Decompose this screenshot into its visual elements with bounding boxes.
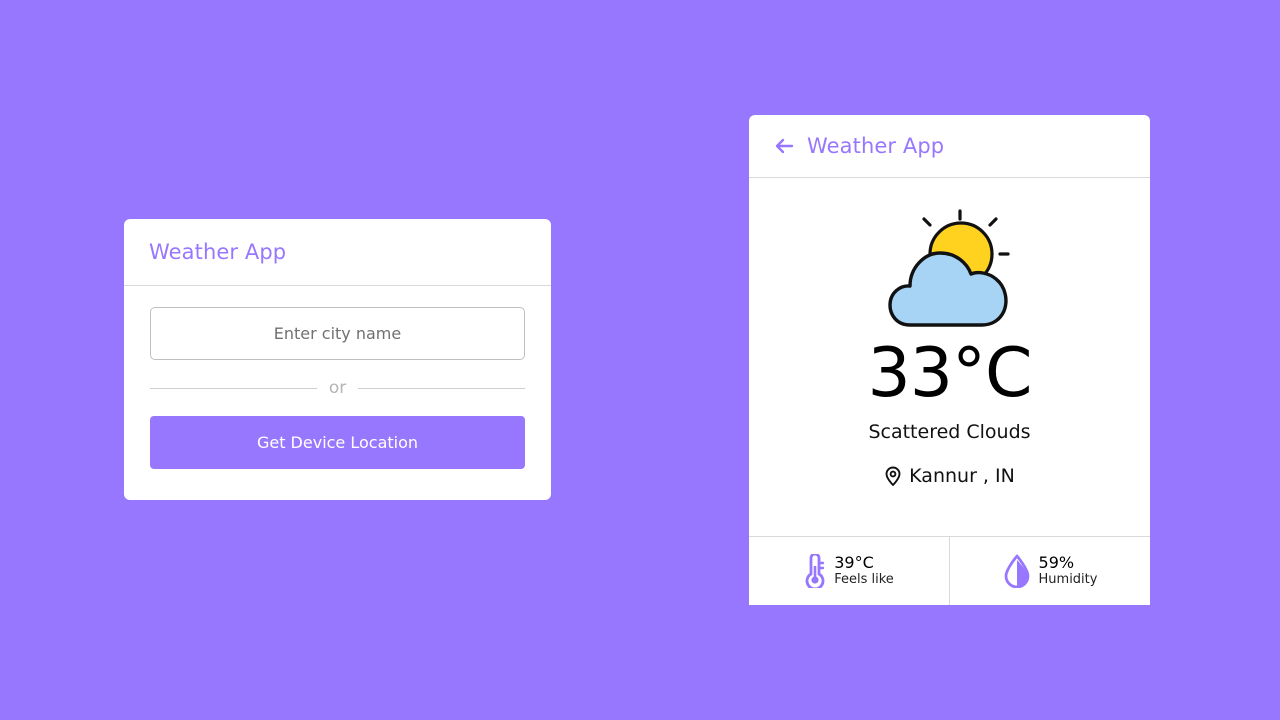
divider-line-left bbox=[150, 387, 317, 389]
search-card: Weather App or Get Device Location bbox=[124, 219, 551, 500]
app-title: Weather App bbox=[149, 240, 287, 264]
feels-like-section: 39°C Feels like bbox=[749, 537, 949, 605]
feels-like-value: 39°C bbox=[834, 553, 874, 572]
feels-like-text: 39°C Feels like bbox=[834, 554, 894, 588]
app-title: Weather App bbox=[807, 134, 945, 158]
temperature-value: 33°C bbox=[867, 334, 1032, 413]
humidity-label: Humidity bbox=[1038, 572, 1098, 587]
location-pin-icon bbox=[884, 466, 902, 486]
search-form: or Get Device Location bbox=[124, 286, 551, 469]
thermometer-icon bbox=[804, 554, 826, 588]
location-text: Kannur , IN bbox=[909, 465, 1015, 487]
partly-cloudy-icon bbox=[887, 207, 1012, 329]
city-search-input[interactable] bbox=[150, 307, 525, 360]
get-device-location-button[interactable]: Get Device Location bbox=[150, 416, 525, 469]
search-card-header: Weather App bbox=[124, 219, 551, 286]
humidity-text: 59% Humidity bbox=[1039, 554, 1098, 588]
weather-summary: 33°C Scattered Clouds Kannur , IN bbox=[749, 178, 1150, 536]
humidity-drop-icon bbox=[1003, 554, 1031, 588]
divider-line-right bbox=[358, 387, 526, 389]
humidity-value: 59% bbox=[1038, 553, 1075, 572]
weather-description: Scattered Clouds bbox=[868, 421, 1031, 443]
feels-like-label: Feels like bbox=[834, 572, 894, 587]
or-divider: or bbox=[150, 360, 526, 416]
divider-text: or bbox=[328, 377, 347, 398]
weather-details: 39°C Feels like 59% Humidity bbox=[749, 536, 1150, 605]
weather-card-header: Weather App bbox=[749, 115, 1150, 178]
back-arrow-icon[interactable] bbox=[773, 135, 795, 157]
weather-card: Weather App 33°C Scattered Clouds Kannur… bbox=[749, 115, 1150, 605]
location: Kannur , IN bbox=[884, 465, 1015, 487]
humidity-section: 59% Humidity bbox=[949, 537, 1150, 605]
